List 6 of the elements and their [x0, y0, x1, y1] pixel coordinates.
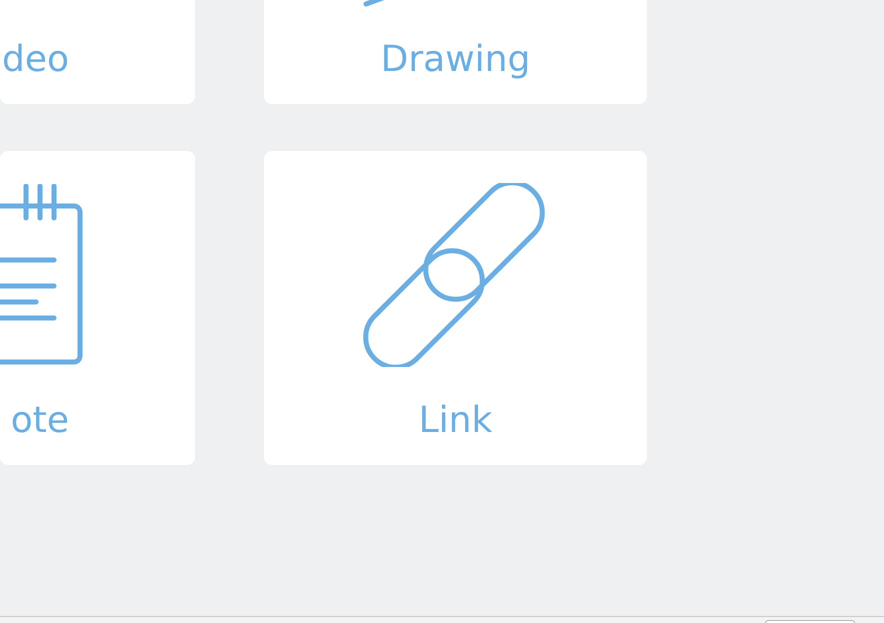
card-label: Link: [418, 399, 494, 443]
card-label: deo: [2, 38, 69, 82]
notepad-icon: [0, 184, 84, 366]
card-label: Drawing: [380, 38, 532, 82]
link-icon: [362, 183, 546, 367]
card-label: ote: [10, 399, 69, 443]
